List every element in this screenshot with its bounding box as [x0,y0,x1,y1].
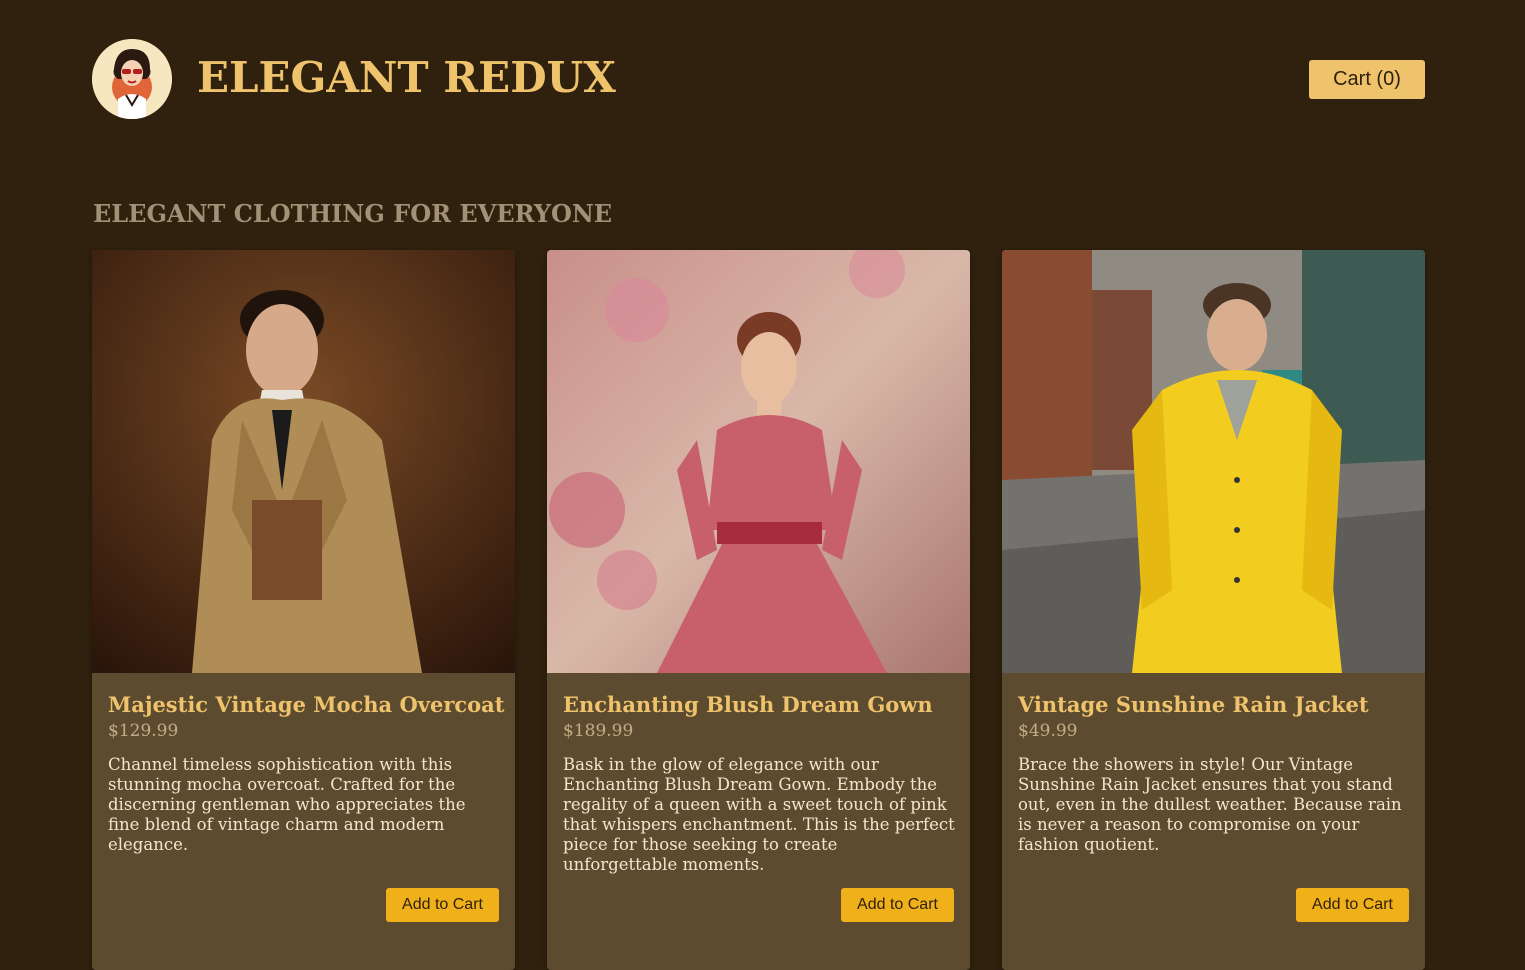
product-card: Vintage Sunshine Rain Jacket $49.99 Brac… [1002,250,1425,970]
product-description: Bask in the glow of elegance with our En… [563,755,955,874]
product-card: Majestic Vintage Mocha Overcoat $129.99 … [92,250,515,970]
brand-title: ELEGANT REDUX [197,53,616,102]
cart-button[interactable]: Cart (0) [1309,60,1425,99]
product-image [547,250,970,673]
product-image [92,250,515,673]
add-to-cart-button[interactable]: Add to Cart [1296,888,1409,922]
product-description: Brace the showers in style! Our Vintage … [1018,755,1402,854]
product-description: Channel timeless sophistication with thi… [108,755,466,854]
brand-logo[interactable] [92,39,172,119]
add-to-cart-button[interactable]: Add to Cart [841,888,954,922]
product-title[interactable]: Majestic Vintage Mocha Overcoat [108,691,505,719]
product-price: $129.99 [108,721,179,741]
site-header: ELEGANT REDUX Cart (0) [92,38,1425,120]
add-to-cart-button[interactable]: Add to Cart [386,888,499,922]
product-title[interactable]: Enchanting Blush Dream Gown [563,691,933,719]
product-title[interactable]: Vintage Sunshine Rain Jacket [1018,691,1369,719]
product-image [1002,250,1425,673]
product-card: Enchanting Blush Dream Gown $189.99 Bask… [547,250,970,970]
product-price: $189.99 [563,721,634,741]
page-tagline: ELEGANT CLOTHING FOR EVERYONE [93,199,613,228]
product-price: $49.99 [1018,721,1078,741]
product-grid: Majestic Vintage Mocha Overcoat $129.99 … [92,250,1425,970]
